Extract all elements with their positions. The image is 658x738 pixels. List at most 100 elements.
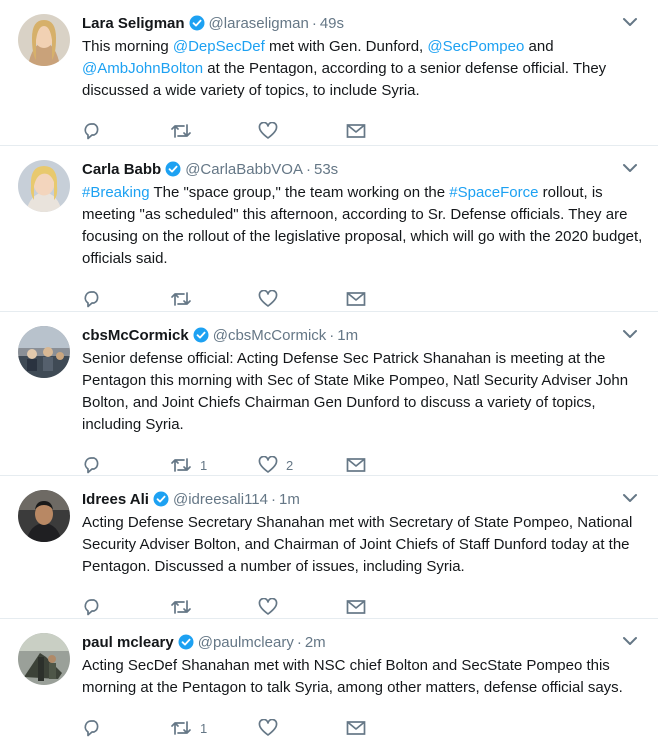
like-button[interactable]: [258, 122, 346, 140]
timestamp[interactable]: 49s: [320, 15, 344, 32]
direct-message-button[interactable]: [346, 291, 386, 307]
reply-button[interactable]: [82, 719, 170, 737]
direct-message-button[interactable]: [346, 599, 386, 615]
display-name[interactable]: Carla Babb: [82, 161, 161, 178]
mention-link[interactable]: @AmbJohnBolton: [82, 60, 203, 77]
tweet[interactable]: Carla Babb @CarlaBabbVOA · 53s #Breaking…: [0, 146, 658, 312]
display-name[interactable]: cbsMcCormick: [82, 327, 189, 344]
like-count: 2: [286, 457, 294, 473]
chevron-down-icon[interactable]: [622, 16, 638, 28]
envelope-icon: [346, 291, 366, 307]
retweet-icon: [170, 598, 192, 616]
display-name[interactable]: Lara Seligman: [82, 15, 185, 32]
heart-icon: [258, 719, 278, 737]
verified-badge-icon: [153, 491, 169, 507]
envelope-icon: [346, 599, 366, 615]
hashtag-link[interactable]: #Breaking: [82, 184, 150, 201]
direct-message-button[interactable]: [346, 123, 386, 139]
mention-link[interactable]: @SecPompeo: [427, 38, 524, 55]
reply-button[interactable]: [82, 290, 170, 308]
like-button[interactable]: [258, 719, 346, 737]
chevron-down-icon[interactable]: [622, 635, 638, 647]
separator-dot: ·: [296, 633, 302, 651]
verified-badge-icon: [193, 327, 209, 343]
retweet-count: 1: [200, 457, 208, 473]
tweet[interactable]: paul mcleary @paulmcleary · 2m Acting Se…: [0, 619, 658, 738]
retweet-count: 1: [200, 720, 208, 736]
tweet-actions: 1: [82, 708, 646, 738]
verified-badge-icon: [165, 161, 181, 177]
chevron-down-icon[interactable]: [622, 328, 638, 340]
tweet-text: This morning @DepSecDef met with Gen. Du…: [82, 36, 646, 102]
reply-button[interactable]: [82, 122, 170, 140]
avatar[interactable]: [18, 326, 70, 378]
like-button[interactable]: [258, 290, 346, 308]
display-name[interactable]: paul mcleary: [82, 634, 174, 651]
envelope-icon: [346, 457, 366, 473]
separator-dot: ·: [305, 160, 311, 178]
tweet[interactable]: cbsMcCormick @cbsMcCormick · 1m Senior d…: [0, 312, 658, 476]
user-handle[interactable]: @paulmcleary: [198, 634, 294, 651]
tweet-text: Acting SecDef Shanahan met with NSC chie…: [82, 655, 646, 699]
timestamp[interactable]: 53s: [314, 161, 338, 178]
chevron-down-icon[interactable]: [622, 492, 638, 504]
tweet-text: Senior defense official: Acting Defense …: [82, 348, 646, 436]
retweet-icon: [170, 456, 192, 474]
timestamp[interactable]: 1m: [279, 491, 300, 508]
timestamp[interactable]: 2m: [305, 634, 326, 651]
display-name[interactable]: Idrees Ali: [82, 491, 149, 508]
tweet-text: Acting Defense Secretary Shanahan met wi…: [82, 512, 646, 578]
envelope-icon: [346, 123, 366, 139]
heart-icon: [258, 598, 278, 616]
like-button[interactable]: 2: [258, 456, 346, 474]
tweet-text-segment: met with Gen. Dunford,: [264, 38, 428, 55]
separator-dot: ·: [329, 326, 335, 344]
avatar[interactable]: [18, 160, 70, 212]
timeline: Lara Seligman @laraseligman · 49s This m…: [0, 0, 658, 738]
user-handle[interactable]: @CarlaBabbVOA: [185, 161, 303, 178]
retweet-icon: [170, 290, 192, 308]
reply-icon: [82, 122, 102, 140]
chevron-down-icon[interactable]: [622, 162, 638, 174]
verified-badge-icon: [178, 634, 194, 650]
retweet-button[interactable]: [170, 122, 258, 140]
tweet[interactable]: Lara Seligman @laraseligman · 49s This m…: [0, 0, 658, 146]
verified-badge-icon: [189, 15, 205, 31]
user-handle[interactable]: @cbsMcCormick: [213, 327, 327, 344]
user-handle[interactable]: @idreesali114: [173, 491, 268, 508]
timestamp[interactable]: 1m: [337, 327, 358, 344]
reply-icon: [82, 598, 102, 616]
separator-dot: ·: [311, 14, 317, 32]
direct-message-button[interactable]: [346, 457, 386, 473]
tweet-actions: [82, 111, 646, 151]
reply-icon: [82, 290, 102, 308]
tweet-text-segment: Senior defense official: Acting Defense …: [82, 350, 629, 433]
avatar[interactable]: [18, 633, 70, 685]
heart-icon: [258, 290, 278, 308]
retweet-icon: [170, 719, 192, 737]
reply-icon: [82, 719, 102, 737]
retweet-button[interactable]: 1: [170, 719, 258, 737]
like-button[interactable]: [258, 598, 346, 616]
reply-button[interactable]: [82, 456, 170, 474]
tweet-text-segment: This morning: [82, 38, 173, 55]
hashtag-link[interactable]: #SpaceForce: [449, 184, 538, 201]
tweet-text-segment: The "space group," the team working on t…: [149, 184, 450, 201]
envelope-icon: [346, 720, 366, 736]
tweet-text: #Breaking The "space group," the team wo…: [82, 182, 646, 270]
reply-icon: [82, 456, 102, 474]
user-handle[interactable]: @laraseligman: [209, 15, 309, 32]
tweet-text-segment: and: [524, 38, 554, 55]
avatar[interactable]: [18, 14, 70, 66]
retweet-button[interactable]: [170, 598, 258, 616]
avatar[interactable]: [18, 490, 70, 542]
separator-dot: ·: [271, 490, 276, 508]
direct-message-button[interactable]: [346, 720, 386, 736]
tweet-text-segment: Acting Defense Secretary Shanahan met wi…: [82, 514, 633, 575]
tweet[interactable]: Idrees Ali @idreesali114 · 1m Acting Def…: [0, 476, 658, 619]
retweet-button[interactable]: 1: [170, 456, 258, 474]
retweet-icon: [170, 122, 192, 140]
reply-button[interactable]: [82, 598, 170, 616]
retweet-button[interactable]: [170, 290, 258, 308]
mention-link[interactable]: @DepSecDef: [173, 38, 265, 55]
